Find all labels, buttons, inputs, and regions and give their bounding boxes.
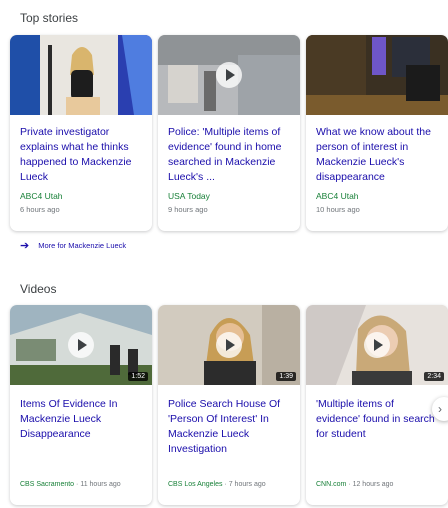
video-age: · 12 hours ago: [348, 481, 394, 488]
videos-heading: Videos: [20, 282, 57, 296]
video-source: CBS Los Angeles: [168, 481, 223, 488]
story-age: 10 hours ago: [316, 205, 360, 214]
video-headline[interactable]: Items Of Evidence In Mackenzie Lueck Dis…: [10, 385, 152, 481]
more-stories-link[interactable]: ➔ More for Mackenzie Lueck: [20, 239, 126, 252]
video-age: · 7 hours ago: [224, 481, 266, 488]
story-source: ABC4 Utah: [20, 191, 63, 201]
story-source: USA Today: [168, 191, 210, 201]
video-thumbnail[interactable]: 1:39: [158, 305, 300, 385]
video-source: CBS Sacramento: [20, 481, 75, 488]
video-headline[interactable]: Police Search House Of 'Person Of Intere…: [158, 385, 300, 481]
video-thumbnail[interactable]: 1:52: [10, 305, 152, 385]
play-icon[interactable]: [216, 62, 242, 88]
story-age: 6 hours ago: [20, 205, 60, 214]
arrow-right-icon: ➔: [20, 240, 30, 252]
story-age: 9 hours ago: [168, 205, 208, 214]
video-meta: CBS Los Angeles · 7 hours ago: [158, 481, 300, 488]
video-thumbnail[interactable]: 2:34: [306, 305, 448, 385]
story-card[interactable]: What we know about the person of interes…: [306, 35, 448, 231]
video-duration: 1:52: [128, 372, 148, 381]
story-headline[interactable]: What we know about the person of interes…: [306, 115, 448, 187]
story-card[interactable]: Police: 'Multiple items of evidence' fou…: [158, 35, 300, 231]
video-source: CNN.com: [316, 481, 347, 488]
story-headline[interactable]: Police: 'Multiple items of evidence' fou…: [158, 115, 300, 187]
video-card[interactable]: 1:39 Police Search House Of 'Person Of I…: [158, 305, 300, 505]
video-age: · 11 hours ago: [76, 481, 121, 488]
story-headline[interactable]: Private investigator explains what he th…: [10, 115, 152, 187]
top-stories-heading: Top stories: [20, 11, 79, 25]
play-icon[interactable]: [216, 332, 242, 358]
story-card[interactable]: Private investigator explains what he th…: [10, 35, 152, 231]
story-thumbnail[interactable]: [306, 35, 448, 115]
video-card[interactable]: 1:52 Items Of Evidence In Mackenzie Luec…: [10, 305, 152, 505]
story-thumbnail[interactable]: [10, 35, 152, 115]
video-headline[interactable]: 'Multiple items of evidence' found in se…: [306, 385, 448, 481]
more-stories-label: More for Mackenzie Lueck: [38, 241, 127, 250]
story-thumbnail[interactable]: [158, 35, 300, 115]
story-source: ABC4 Utah: [316, 191, 359, 201]
play-icon[interactable]: [68, 332, 94, 358]
video-card[interactable]: 2:34 'Multiple items of evidence' found …: [306, 305, 448, 505]
video-duration: 1:39: [276, 372, 296, 381]
video-duration: 2:34: [424, 372, 444, 381]
video-meta: CBS Sacramento · 11 hours ago: [10, 481, 152, 488]
play-icon[interactable]: [364, 332, 390, 358]
video-meta: CNN.com · 12 hours ago: [306, 481, 448, 488]
